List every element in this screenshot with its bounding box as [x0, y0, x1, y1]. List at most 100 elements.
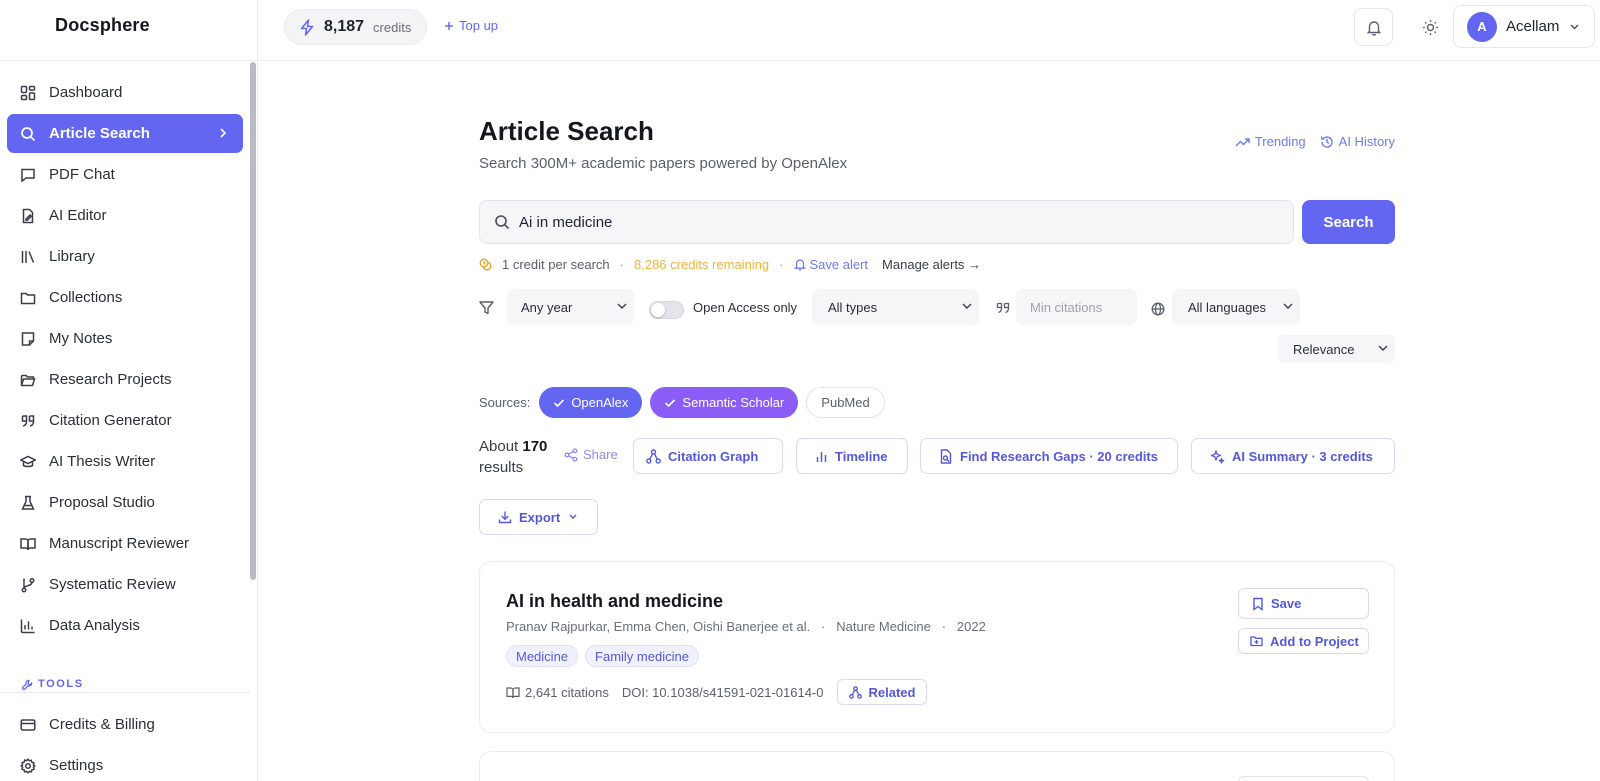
sidebar-item-credits-billing[interactable]: Credits & Billing: [7, 705, 243, 744]
save-label: Save: [1271, 596, 1302, 611]
separator-dot: ·: [619, 257, 625, 272]
save-alert-link[interactable]: Save alert: [793, 257, 868, 272]
source-chip-label: Semantic Scholar: [682, 395, 785, 410]
result-title[interactable]: AI in health and medicine: [506, 591, 723, 612]
export-button[interactable]: Export: [479, 499, 598, 535]
user-menu-button[interactable]: A Acellam: [1453, 5, 1595, 48]
source-chip-openalex[interactable]: OpenAlex: [539, 387, 643, 418]
year-select[interactable]: Any year: [507, 289, 634, 325]
source-chip-pubmed[interactable]: PubMed: [806, 387, 885, 418]
save-button[interactable]: Save: [1238, 588, 1369, 619]
sidebar-item-research-projects[interactable]: Research Projects: [7, 360, 243, 399]
sidebar-item-pdf-chat[interactable]: PDF Chat: [7, 155, 243, 194]
citation-graph-button[interactable]: Citation Graph: [633, 438, 783, 474]
language-select[interactable]: All languages: [1172, 289, 1300, 325]
result-doi[interactable]: DOI: 10.1038/s41591-021-01614-0: [622, 685, 824, 700]
folder-open-icon: [20, 372, 36, 388]
sidebar-item-library[interactable]: Library: [7, 237, 243, 276]
toggle-knob: [651, 303, 665, 317]
sort-select[interactable]: Relevance: [1278, 335, 1395, 363]
brand-logo[interactable]: Docsphere: [55, 15, 150, 36]
results-number: 170: [522, 438, 548, 455]
timeline-button[interactable]: Timeline: [796, 438, 908, 474]
separator-dot: ·: [779, 257, 784, 272]
related-button[interactable]: Related: [836, 679, 928, 705]
type-select[interactable]: All types: [812, 289, 979, 325]
scrollbar-thumb[interactable]: [250, 62, 256, 580]
search-icon: [494, 214, 510, 230]
manage-alerts-link[interactable]: Manage alerts →: [882, 257, 981, 272]
sidebar-item-ai-thesis-writer[interactable]: AI Thesis Writer: [7, 442, 243, 481]
edit-doc-icon: [20, 208, 36, 224]
result-tags: Medicine Family medicine: [506, 645, 699, 667]
sidebar-scrollbar[interactable]: [250, 60, 256, 695]
result-year: 2022: [956, 619, 986, 634]
git-branch-icon: [20, 577, 36, 593]
result-journal: Nature Medicine: [836, 619, 931, 634]
globe-icon: [1151, 302, 1165, 316]
topbar: 8,187 credits Top up A Acellam: [259, 0, 1600, 61]
save-button[interactable]: [1238, 776, 1369, 781]
topic-tag[interactable]: Family medicine: [585, 645, 699, 667]
min-citations-input[interactable]: Min citations: [1016, 289, 1137, 325]
network-icon: [646, 448, 661, 464]
sources-row: Sources: OpenAlex Semantic Scholar PubMe…: [479, 387, 893, 418]
chevron-right-icon: [217, 126, 229, 144]
sidebar-item-dashboard[interactable]: Dashboard: [7, 73, 243, 112]
find-research-gaps-label: Find Research Gaps · 20 credits: [960, 448, 1158, 464]
coins-icon: [479, 258, 494, 272]
open-access-toggle[interactable]: [649, 301, 684, 319]
search-box: [479, 200, 1294, 244]
sidebar-item-label: AI Thesis Writer: [49, 453, 156, 470]
page-subtitle: Search 300M+ academic papers powered by …: [479, 155, 848, 172]
search-input[interactable]: [519, 213, 1279, 231]
sparkles-icon: [1210, 449, 1225, 464]
chevron-down-icon: [1569, 23, 1580, 31]
sidebar-item-systematic-review[interactable]: Systematic Review: [7, 565, 243, 604]
sidebar-item-manuscript-reviewer[interactable]: Manuscript Reviewer: [7, 524, 243, 563]
search-doc-icon: [939, 448, 953, 464]
sidebar-item-collections[interactable]: Collections: [7, 278, 243, 317]
result-meta: Pranav Rajpurkar, Emma Chen, Oishi Baner…: [506, 619, 986, 634]
credits-unit: credits: [373, 19, 412, 35]
export-label: Export: [519, 509, 561, 525]
sidebar-item-label: Dashboard: [49, 84, 123, 101]
result-card: [479, 751, 1395, 781]
source-chip-semantic-scholar[interactable]: Semantic Scholar: [650, 387, 799, 418]
year-select-value: Any year: [521, 299, 573, 315]
type-select-value: All types: [828, 299, 878, 315]
notifications-button[interactable]: [1354, 8, 1393, 46]
share-button[interactable]: Share: [564, 447, 618, 462]
plus-icon: [444, 21, 454, 31]
top-up-link[interactable]: Top up: [444, 18, 498, 33]
sidebar-item-article-search[interactable]: Article Search: [7, 114, 243, 153]
ai-history-link[interactable]: AI History: [1320, 134, 1395, 149]
sidebar-item-label: Citation Generator: [49, 412, 172, 429]
credits-balance[interactable]: 8,187 credits: [284, 9, 427, 45]
sidebar-item-proposal-studio[interactable]: Proposal Studio: [7, 483, 243, 522]
search-cost: 1 credit per search: [502, 257, 610, 272]
source-chip-label: OpenAlex: [571, 395, 629, 410]
sidebar-item-ai-editor[interactable]: AI Editor: [7, 196, 243, 235]
chevron-down-icon: [568, 513, 578, 521]
folder-icon: [20, 290, 36, 306]
trending-link[interactable]: Trending: [1235, 134, 1306, 149]
search-button[interactable]: Search: [1302, 200, 1395, 244]
topic-tag[interactable]: Medicine: [506, 645, 579, 667]
separator-dot: ·: [934, 619, 954, 634]
related-label: Related: [868, 684, 916, 700]
citation-graph-label: Citation Graph: [668, 448, 759, 464]
ai-summary-button[interactable]: AI Summary · 3 credits: [1191, 438, 1395, 474]
search-meta-row: 1 credit per search · 8,286 credits rema…: [479, 257, 981, 272]
find-research-gaps-button[interactable]: Find Research Gaps · 20 credits: [920, 438, 1178, 474]
theme-toggle-button[interactable]: [1411, 8, 1449, 46]
separator-dot: ·: [813, 619, 833, 634]
sidebar-item-my-notes[interactable]: My Notes: [7, 319, 243, 358]
credit-card-icon: [20, 717, 36, 733]
sidebar-item-settings[interactable]: Settings: [7, 746, 243, 781]
sun-icon: [1422, 19, 1439, 36]
add-to-project-button[interactable]: Add to Project: [1238, 628, 1369, 654]
sidebar-item-citation-generator[interactable]: Citation Generator: [7, 401, 243, 440]
sidebar-item-data-analysis[interactable]: Data Analysis: [7, 606, 243, 645]
sidebar-item-label: Systematic Review: [49, 576, 176, 593]
